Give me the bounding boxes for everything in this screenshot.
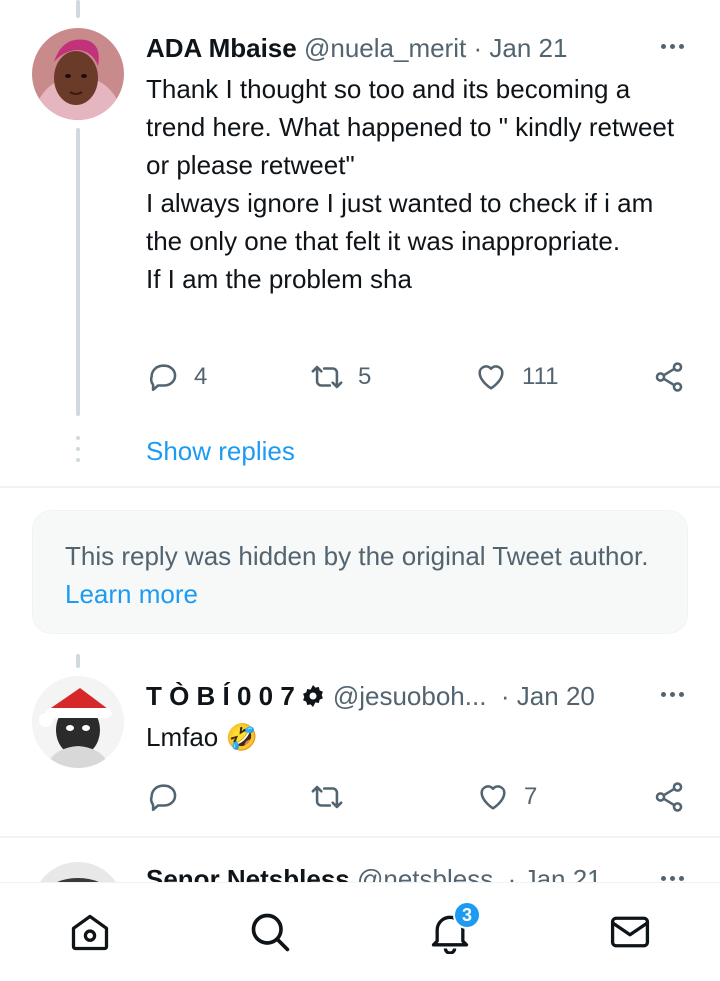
author-name[interactable]: ADA Mbaise <box>146 33 297 64</box>
divider <box>0 486 720 488</box>
like-count: 111 <box>522 363 559 390</box>
more-options-icon[interactable] <box>661 44 684 49</box>
reply-count: 4 <box>194 363 208 390</box>
author-handle[interactable]: @jesuoboh... <box>333 681 487 712</box>
hidden-reply-notice: This reply was hidden by the original Tw… <box>32 510 688 634</box>
notification-badge: 3 <box>453 901 481 929</box>
avatar[interactable] <box>32 676 124 768</box>
share-icon <box>655 782 683 812</box>
like-button[interactable]: 111 <box>474 360 558 394</box>
thread-connector <box>76 128 80 416</box>
nav-home-button[interactable] <box>45 887 135 977</box>
like-count: 7 <box>524 783 538 810</box>
nav-messages-button[interactable] <box>585 887 675 977</box>
thread-connector-top <box>76 0 80 18</box>
tweet-date[interactable]: Jan 21 <box>489 33 567 64</box>
separator: · <box>500 681 510 711</box>
reply-button[interactable] <box>146 780 194 814</box>
home-icon <box>71 914 109 951</box>
share-button[interactable] <box>652 360 686 394</box>
more-options-icon[interactable] <box>661 876 684 881</box>
gear-badge-icon <box>302 685 323 707</box>
retweet-icon <box>311 365 343 389</box>
tweet-text: Lmfao 🤣 <box>146 722 258 752</box>
divider <box>0 836 720 838</box>
tweet-header: ADA Mbaise @nuela_merit · Jan 21 <box>146 33 567 64</box>
hidden-reply-text: This reply was hidden by the original Tw… <box>65 541 649 571</box>
share-icon <box>655 362 683 392</box>
author-handle[interactable]: @nuela_merit <box>304 33 466 64</box>
nav-notifications-button[interactable]: 3 <box>405 887 495 977</box>
learn-more-link[interactable]: Learn more <box>65 579 198 609</box>
reply-icon <box>149 784 177 812</box>
heart-icon <box>478 365 504 390</box>
share-button[interactable] <box>652 780 686 814</box>
retweet-icon <box>311 785 343 809</box>
show-replies-link[interactable]: Show replies <box>146 436 295 467</box>
reply-icon <box>149 364 177 392</box>
like-button[interactable]: 7 <box>476 780 537 814</box>
more-options-icon[interactable] <box>661 692 684 697</box>
tweet-header: T Ò B Í 0 0 7 @jesuoboh... · Jan 20 <box>146 681 595 712</box>
messages-icon <box>610 916 650 948</box>
heart-icon <box>480 785 506 810</box>
thread-connector-top <box>76 654 80 668</box>
nav-search-button[interactable] <box>225 887 315 977</box>
tweet-text: Thank I thought so too and its becoming … <box>146 74 675 294</box>
retweet-button[interactable] <box>310 780 358 814</box>
avatar[interactable] <box>32 28 124 120</box>
search-icon <box>251 913 290 952</box>
thread-dots <box>76 436 80 469</box>
separator: · <box>473 33 483 63</box>
bottom-navigation: 3 <box>0 882 720 981</box>
retweet-count: 5 <box>358 363 372 390</box>
tweet-date[interactable]: Jan 20 <box>517 681 595 712</box>
author-name[interactable]: T Ò B Í 0 0 7 <box>146 681 295 712</box>
reply-button[interactable]: 4 <box>146 360 207 394</box>
retweet-button[interactable]: 5 <box>310 360 371 394</box>
